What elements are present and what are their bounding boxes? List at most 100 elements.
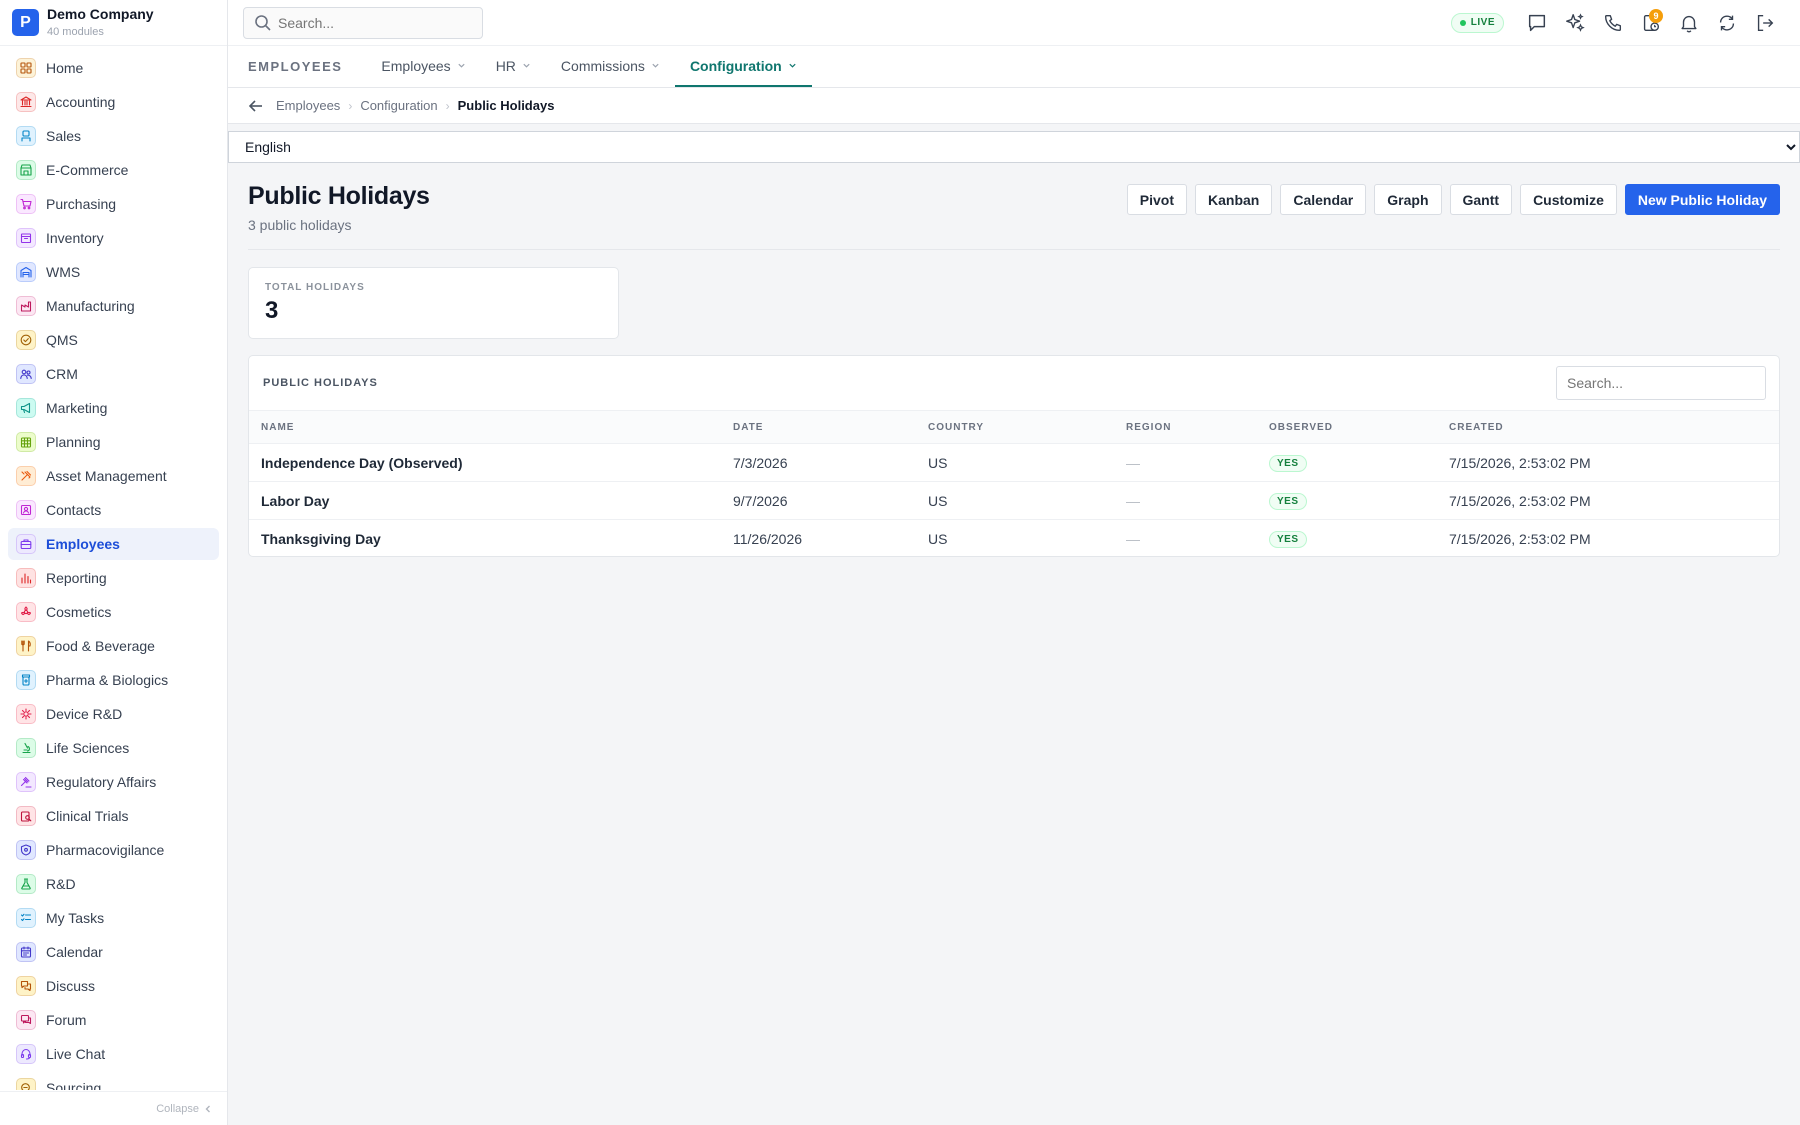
sidebar-item-asset-management[interactable]: Asset Management <box>8 460 219 492</box>
sidebar-item-sales[interactable]: Sales <box>8 120 219 152</box>
sidebar-item-cosmetics[interactable]: Cosmetics <box>8 596 219 628</box>
collapse-button[interactable]: Collapse <box>0 1091 227 1125</box>
ai-assistant-button[interactable] <box>1556 4 1594 42</box>
holiday-observed-cell: YES <box>1257 443 1437 482</box>
chat-bubbles-icon <box>20 980 32 992</box>
sidebar-icon-box <box>16 636 36 656</box>
sidebar-item-food-and-beverage[interactable]: Food & Beverage <box>8 630 219 662</box>
sidebar-item-marketing[interactable]: Marketing <box>8 392 219 424</box>
holiday-date: 7/3/2026 <box>721 443 916 482</box>
sidebar-item-qms[interactable]: QMS <box>8 324 219 356</box>
holiday-country: US <box>916 481 1114 520</box>
sidebar-item-home[interactable]: Home <box>8 52 219 84</box>
column-header-observed[interactable]: OBSERVED <box>1257 410 1437 444</box>
tools-icon <box>21 470 32 481</box>
sidebar-item-label: Clinical Trials <box>46 808 129 824</box>
sidebar-item-e-commerce[interactable]: E-Commerce <box>8 154 219 186</box>
sidebar-item-reporting[interactable]: Reporting <box>8 562 219 594</box>
sidebar-item-my-tasks[interactable]: My Tasks <box>8 902 219 934</box>
sidebar-item-label: Contacts <box>46 502 102 518</box>
column-header-date[interactable]: DATE <box>721 410 916 444</box>
new-public-holiday-button[interactable]: New Public Holiday <box>1624 184 1780 215</box>
table-row[interactable]: Independence Day (Observed) 7/3/2026 US — YE… <box>249 443 1779 482</box>
switch-company-button[interactable] <box>1708 4 1746 42</box>
sidebar-item-pharmacovigilance[interactable]: Pharmacovigilance <box>8 834 219 866</box>
sidebar-icon-box <box>16 738 36 758</box>
column-header-region[interactable]: REGION <box>1114 410 1257 444</box>
sidebar-item-crm[interactable]: CRM <box>8 358 219 390</box>
logout-button[interactable] <box>1746 4 1784 42</box>
gantt-view-button[interactable]: Gantt <box>1449 184 1513 215</box>
sidebar-item-live-chat[interactable]: Live Chat <box>8 1038 219 1070</box>
holiday-date: 9/7/2026 <box>721 481 916 520</box>
panel-title: PUBLIC HOLIDAYS <box>263 377 378 389</box>
customize-button[interactable]: Customize <box>1520 184 1617 215</box>
sidebar-item-device-randd[interactable]: Device R&D <box>8 698 219 730</box>
sidebar-item-clinical-trials[interactable]: Clinical Trials <box>8 800 219 832</box>
sidebar-item-randd[interactable]: R&D <box>8 868 219 900</box>
graph-view-button[interactable]: Graph <box>1374 184 1442 215</box>
sidebar-item-label: Home <box>46 60 84 76</box>
table-row[interactable]: Labor Day 9/7/2026 US — YES 7/15/2026, 2:53:0… <box>249 481 1779 520</box>
sidebar-item-purchasing[interactable]: Purchasing <box>8 188 219 220</box>
sidebar-item-discuss[interactable]: Discuss <box>8 970 219 1002</box>
observed-badge: YES <box>1269 493 1307 510</box>
breadcrumb-current: Public Holidays <box>457 98 555 113</box>
sidebar-item-regulatory-affairs[interactable]: Regulatory Affairs <box>8 766 219 798</box>
language-select[interactable]: English <box>228 131 1800 163</box>
phone-button[interactable] <box>1594 4 1632 42</box>
sidebar-item-label: Pharmacovigilance <box>46 842 165 858</box>
tab-employees[interactable]: Employees <box>366 46 480 87</box>
sidebar-item-calendar[interactable]: Calendar <box>8 936 219 968</box>
sidebar-item-label: Employees <box>46 536 120 552</box>
global-search-input[interactable] <box>278 14 468 31</box>
sidebar-item-label: Reporting <box>46 570 107 586</box>
pivot-view-button[interactable]: Pivot <box>1126 184 1187 215</box>
messages-button[interactable] <box>1518 4 1556 42</box>
topbar: LIVE 9 <box>228 0 1800 46</box>
sidebar-item-life-sciences[interactable]: Life Sciences <box>8 732 219 764</box>
pill-bottle-icon <box>21 674 31 686</box>
sidebar-item-label: Pharma & Biologics <box>46 672 169 688</box>
sidebar-item-manufacturing[interactable]: Manufacturing <box>8 290 219 322</box>
chevron-down-icon <box>523 63 530 68</box>
kanban-view-button[interactable]: Kanban <box>1195 184 1273 215</box>
sidebar-item-sourcing[interactable]: Sourcing <box>8 1072 219 1090</box>
tab-label: HR <box>495 57 516 74</box>
column-header-country[interactable]: COUNTRY <box>916 410 1114 444</box>
tab-configuration[interactable]: Configuration <box>674 46 812 87</box>
briefcase-icon <box>20 539 32 550</box>
column-header-name[interactable]: NAME <box>249 410 721 444</box>
sidebar-item-contacts[interactable]: Contacts <box>8 494 219 526</box>
sidebar-item-label: Asset Management <box>46 468 167 484</box>
sidebar-item-employees[interactable]: Employees <box>8 528 219 560</box>
sidebar-item-forum[interactable]: Forum <box>8 1004 219 1036</box>
tab-commissions[interactable]: Commissions <box>546 46 675 87</box>
box-icon <box>20 233 32 244</box>
breadcrumb-configuration[interactable]: Configuration <box>360 98 437 113</box>
sourcing-icon <box>21 1083 30 1090</box>
activities-button[interactable]: 9 <box>1632 4 1670 42</box>
notifications-button[interactable] <box>1670 4 1708 42</box>
sidebar-item-label: Cosmetics <box>46 604 112 620</box>
sidebar-item-accounting[interactable]: Accounting <box>8 86 219 118</box>
live-dot <box>1459 19 1466 26</box>
sidebar-item-wms[interactable]: WMS <box>8 256 219 288</box>
flower-icon <box>20 606 32 616</box>
sidebar-item-planning[interactable]: Planning <box>8 426 219 458</box>
sidebar-icon-box <box>16 398 36 418</box>
global-search[interactable] <box>243 6 483 39</box>
back-button[interactable] <box>246 96 266 116</box>
sidebar-item-inventory[interactable]: Inventory <box>8 222 219 254</box>
brand-header[interactable]: P Demo Company 40 modules <box>0 0 227 46</box>
breadcrumb-employees[interactable]: Employees <box>276 98 340 113</box>
table-row[interactable]: Thanksgiving Day 11/26/2026 US — YES 7/15/202… <box>249 520 1779 557</box>
sidebar-item-pharma-and-biologics[interactable]: Pharma & Biologics <box>8 664 219 696</box>
tab-hr[interactable]: HR <box>481 46 546 87</box>
table-search-input[interactable] <box>1556 366 1766 400</box>
module-label: EMPLOYEES <box>248 59 343 74</box>
calendar-view-button[interactable]: Calendar <box>1280 184 1367 215</box>
column-header-created[interactable]: CREATED <box>1437 410 1779 444</box>
total-holidays-card: TOTAL HOLIDAYS 3 <box>248 267 619 339</box>
live-label: LIVE <box>1470 17 1495 28</box>
